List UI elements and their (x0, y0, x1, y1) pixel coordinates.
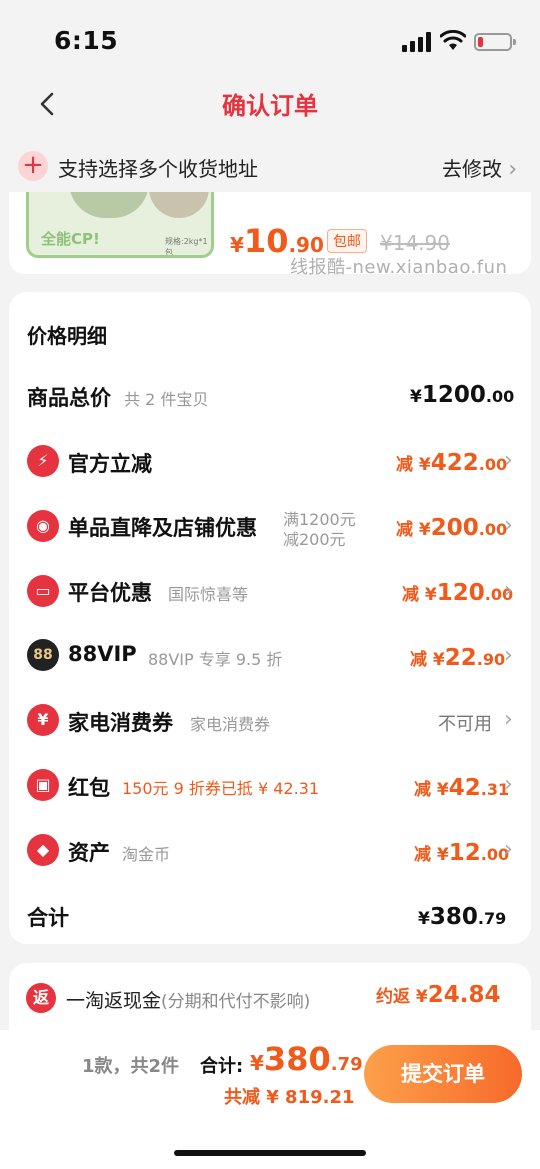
price-total-label: 合计 (27, 906, 69, 930)
row-red-packet-sub: 150元 9 折券已抵 ¥ 42.31 (122, 779, 320, 798)
chevron-right-icon[interactable]: › (504, 513, 513, 538)
chevron-right-icon[interactable]: › (504, 643, 513, 668)
row-red-packet-amount[interactable]: 减 ¥42.31 (414, 775, 509, 801)
price-detail-title: 价格明细 (27, 324, 107, 348)
ticket-icon: ▭ (27, 575, 59, 607)
row-88vip-sub: 88VIP 专享 9.5 折 (148, 650, 283, 669)
chevron-right-icon[interactable]: › (504, 772, 513, 797)
bottom-total-label: 合计: (200, 1056, 244, 1077)
bottom-total-amount: ¥380.79 (250, 1040, 363, 1078)
row-platform-discount-label: 平台优惠 (68, 581, 152, 605)
modify-address-label: 去修改 (442, 157, 502, 181)
submit-order-button[interactable]: 提交订单 (364, 1045, 522, 1103)
modify-address-link[interactable]: 去修改 › (442, 153, 517, 182)
cashback-label: 一淘返现金(分期和代付不影响) (66, 990, 311, 1012)
address-bar-text: 支持选择多个收货地址 (58, 157, 258, 181)
cellular-signal-icon (402, 32, 431, 52)
row-88vip-label: 88VIP (68, 642, 137, 666)
chevron-right-icon: › (508, 157, 518, 182)
item-count: 1款，共2件 (82, 1056, 180, 1077)
product-image-spec: 规格:2kg*1包 (165, 237, 208, 257)
goods-total-label: 商品总价 (27, 386, 111, 410)
row-appliance-coupon-value[interactable]: 不可用 (438, 710, 492, 736)
vip-88-icon: 88 (27, 639, 59, 671)
chevron-right-icon[interactable]: › (504, 448, 513, 473)
product-image[interactable]: 全能CP! 规格:2kg*1包 (26, 192, 214, 258)
cashback-sub: (分期和代付不影响) (161, 992, 311, 1012)
cashback-amount: 约返 ¥24.84 (376, 982, 501, 1008)
shop-icon: ◉ (27, 510, 59, 542)
row-official-discount-amount[interactable]: 减 ¥422.00 (396, 450, 507, 476)
free-shipping-badge: 包邮 (327, 229, 367, 253)
row-88vip-amount[interactable]: 减 ¥22.90 (410, 645, 505, 671)
total-savings: 共减 ¥ 819.21 (224, 1087, 355, 1108)
cashback-icon: 返 (26, 983, 56, 1013)
row-assets-amount[interactable]: 减 ¥12.00 (414, 840, 509, 866)
wifi-icon (440, 30, 466, 50)
row-shop-discount-label: 单品直降及店铺优惠 (68, 516, 257, 540)
product-image-badge: 全能CP! (41, 230, 100, 248)
tag-icon: ◆ (27, 834, 59, 866)
row-shop-discount-sub2: 减200元 (283, 530, 346, 549)
row-assets-sub: 淘金币 (122, 845, 171, 864)
home-indicator[interactable] (174, 1150, 366, 1156)
status-time: 6:15 (54, 26, 119, 55)
red-packet-icon: ▣ (27, 769, 59, 801)
goods-total-sub: 共 2 件宝贝 (124, 390, 209, 409)
add-address-icon[interactable]: + (18, 151, 48, 181)
row-appliance-coupon-sub: 家电消费券 (190, 715, 271, 734)
row-platform-discount-amount[interactable]: 减 ¥120.00 (402, 580, 513, 606)
row-platform-discount-sub: 国际惊喜等 (168, 585, 249, 604)
row-shop-discount-amount[interactable]: 减 ¥200.00 (396, 515, 507, 541)
row-red-packet-label: 红包 (68, 776, 110, 800)
chevron-right-icon[interactable]: › (504, 707, 513, 732)
row-official-discount-label: 官方立减 (68, 452, 152, 476)
chevron-right-icon[interactable]: › (504, 837, 513, 862)
chevron-right-icon[interactable]: › (504, 578, 513, 603)
page-title: 确认订单 (222, 92, 318, 120)
original-price: ¥14.90 (380, 231, 450, 255)
price-total-amount: ¥380.79 (418, 904, 507, 930)
row-assets-label: 资产 (68, 841, 110, 865)
watermark-text: 线报酷-new.xianbao.fun (290, 257, 508, 278)
goods-total-amount: ¥1200.00 (410, 382, 515, 408)
lightning-icon: ⚡ (27, 445, 59, 477)
row-appliance-coupon-label: 家电消费券 (68, 711, 173, 735)
coupon-icon: ¥ (27, 704, 59, 736)
goods-total-row: 商品总价 共 2 件宝贝 (27, 382, 208, 412)
battery-icon (474, 33, 516, 51)
